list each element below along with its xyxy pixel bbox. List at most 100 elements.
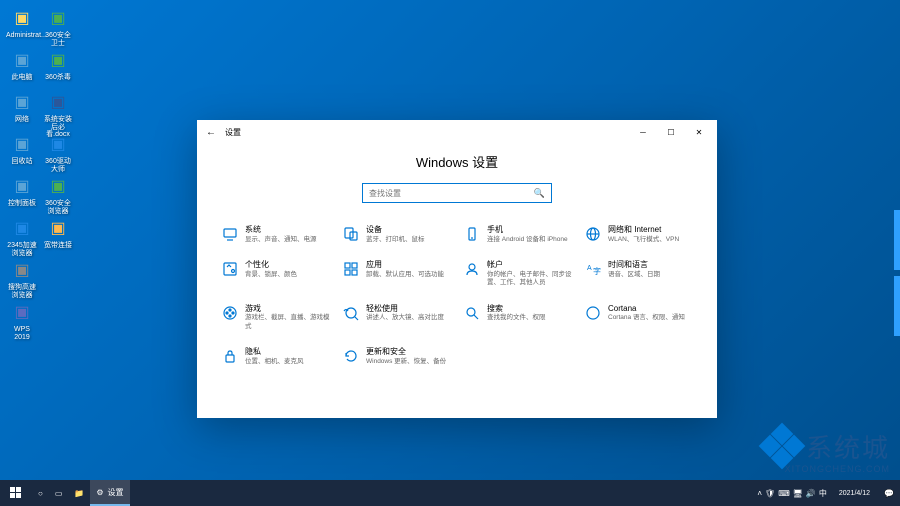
settings-item-title: 设备: [366, 225, 451, 235]
settings-item-devices[interactable]: 设备 蓝牙、打印机、鼠标: [340, 223, 453, 246]
tray-ime[interactable]: 中: [819, 488, 827, 499]
desktop-icon-dialup[interactable]: ▣ 宽带连接: [42, 216, 74, 250]
maximize-button[interactable]: ☐: [657, 122, 685, 142]
settings-item-personalization[interactable]: 个性化 背景、锁屏、颜色: [219, 258, 332, 289]
desktop-icon-wps[interactable]: ▣WPS 2019: [6, 300, 38, 341]
settings-item-desc: 讲述人、放大镜、高对比度: [366, 314, 451, 322]
desktop-icon-label: Administrat...: [6, 32, 38, 40]
search-box[interactable]: 🔍: [362, 183, 552, 203]
settings-item-desc: 查找我的文件、权限: [487, 314, 572, 322]
personalization-icon: [221, 260, 239, 278]
search-icon: [463, 304, 481, 322]
desktop-icon-label: 回收站: [6, 158, 38, 166]
360browser-icon: ▣: [46, 174, 70, 198]
taskbar-explorer[interactable]: 📁: [68, 480, 90, 506]
settings-item-ease[interactable]: 轻松使用 讲述人、放大镜、高对比度: [340, 302, 453, 333]
svg-text:字: 字: [593, 266, 601, 276]
tray-icon[interactable]: ⌨: [778, 489, 790, 498]
settings-item-time[interactable]: A字 时间和语言 语音、区域、日期: [582, 258, 695, 289]
dialup-icon: ▣: [46, 216, 70, 240]
phone-icon: [463, 225, 481, 243]
settings-item-apps[interactable]: 应用 卸载、默认应用、可选功能: [340, 258, 453, 289]
desktop-icon-admin[interactable]: ▣Administrat...: [6, 6, 38, 40]
2345-icon: ▣: [10, 216, 34, 240]
folder-icon: 📁: [74, 489, 84, 498]
360av-icon: ▣: [46, 48, 70, 72]
settings-item-search[interactable]: 搜索 查找我的文件、权限: [461, 302, 574, 333]
ctrlpanel-icon: ▣: [10, 174, 34, 198]
settings-item-gaming[interactable]: 游戏 游戏栏、截屏、直播、游戏模式: [219, 302, 332, 333]
settings-item-desc: 显示、声音、通知、电源: [245, 236, 330, 244]
start-button[interactable]: [0, 480, 32, 506]
taskview-icon: ▭: [55, 489, 63, 498]
desktop-icon-2345[interactable]: ▣2345加速浏览器: [6, 216, 38, 257]
titlebar: ← 设置 ─ ☐ ✕: [197, 120, 717, 144]
tray-volume-icon[interactable]: 🔊: [806, 489, 816, 498]
settings-item-desc: Cortana 语言、权限、通知: [608, 314, 693, 322]
tray-chevron-icon[interactable]: ˄: [757, 489, 762, 498]
settings-item-phone[interactable]: 手机 连接 Android 设备和 iPhone: [461, 223, 574, 246]
privacy-icon: [221, 347, 239, 365]
settings-item-desc: 游戏栏、截屏、直播、游戏模式: [245, 314, 330, 331]
desktop-icon-sogou[interactable]: ▣搜狗高速浏览器: [6, 258, 38, 299]
settings-item-network[interactable]: 网络和 Internet WLAN、飞行模式、VPN: [582, 223, 695, 246]
desktop-icon-label: 控制面板: [6, 200, 38, 208]
desktop-icon-360drv[interactable]: ▣360驱动大师: [42, 132, 74, 173]
taskbar-clock[interactable]: 2021/4/12: [831, 490, 878, 497]
desktop-icon-label: 搜狗高速浏览器: [6, 284, 38, 299]
devices-icon: [342, 225, 360, 243]
desktop-icon-recycle[interactable]: ▣回收站: [6, 132, 38, 166]
settings-item-title: 搜索: [487, 304, 572, 314]
settings-item-desc: Windows 更新、恢复、备份: [366, 358, 451, 366]
desktop-icon-thispc[interactable]: ▣ 此电脑: [6, 48, 38, 82]
gaming-icon: [221, 304, 239, 322]
doc-icon: ▣: [46, 90, 70, 114]
search-icon: ○: [38, 489, 43, 498]
settings-item-cortana[interactable]: Cortana Cortana 语言、权限、通知: [582, 302, 695, 333]
desktop-icon-network[interactable]: ▣网络: [6, 90, 38, 124]
desktop-icon-label: 网络: [6, 116, 38, 124]
settings-item-privacy[interactable]: 隐私 位置、相机、麦克风: [219, 345, 332, 368]
desktop-icon-label: WPS 2019: [6, 326, 38, 341]
settings-item-desc: 位置、相机、麦克风: [245, 358, 330, 366]
settings-item-desc: 背景、锁屏、颜色: [245, 271, 330, 279]
taskbar-search[interactable]: ○: [32, 480, 49, 506]
notification-button[interactable]: 💬: [878, 480, 900, 506]
search-icon: 🔍: [534, 188, 545, 199]
thispc-icon: ▣: [10, 48, 34, 72]
desktop-icon-label: 360杀毒: [42, 74, 74, 82]
back-button[interactable]: ←: [201, 122, 221, 142]
settings-item-accounts[interactable]: 帐户 你的帐户、电子邮件、同步设置、工作、其他人员: [461, 258, 574, 289]
desktop-icon-360browser[interactable]: ▣360安全浏览器: [42, 174, 74, 215]
tray-icon[interactable]: 🛡: [765, 489, 775, 498]
settings-item-title: Cortana: [608, 304, 693, 314]
settings-item-desc: 语音、区域、日期: [608, 271, 693, 279]
desktop-icon-360safe[interactable]: ▣360安全卫士: [42, 6, 74, 47]
network-icon: [584, 225, 602, 243]
close-button[interactable]: ✕: [685, 122, 713, 142]
desktop-icon-360av[interactable]: ▣ 360杀毒: [42, 48, 74, 82]
minimize-button[interactable]: ─: [629, 122, 657, 142]
settings-item-system[interactable]: 系统 显示、声音、通知、电源: [219, 223, 332, 246]
taskbar-taskview[interactable]: ▭: [49, 480, 69, 506]
settings-item-title: 帐户: [487, 260, 572, 270]
settings-item-update[interactable]: 更新和安全 Windows 更新、恢复、备份: [340, 345, 453, 368]
accounts-icon: [463, 260, 481, 278]
taskbar-settings[interactable]: ⚙ 设置: [90, 480, 129, 506]
cortana-icon: [584, 304, 602, 322]
time-icon: A字: [584, 260, 602, 278]
tray-network-icon[interactable]: 🖥: [793, 489, 803, 498]
update-icon: [342, 347, 360, 365]
system-tray[interactable]: ˄ 🛡 ⌨ 🖥 🔊 中: [753, 488, 831, 499]
settings-item-title: 更新和安全: [366, 347, 451, 357]
taskbar-app-label: 设置: [108, 487, 124, 498]
system-icon: [221, 225, 239, 243]
search-input[interactable]: [369, 189, 534, 198]
ease-icon: [342, 304, 360, 322]
desktop-icon-ctrlpanel[interactable]: ▣ 控制面板: [6, 174, 38, 208]
desktop-icon-label: 此电脑: [6, 74, 38, 82]
desktop-icon-label: 360安全卫士: [42, 32, 74, 47]
360drv-icon: ▣: [46, 132, 70, 156]
desktop-icon-label: 宽带连接: [42, 242, 74, 250]
settings-item-title: 应用: [366, 260, 451, 270]
